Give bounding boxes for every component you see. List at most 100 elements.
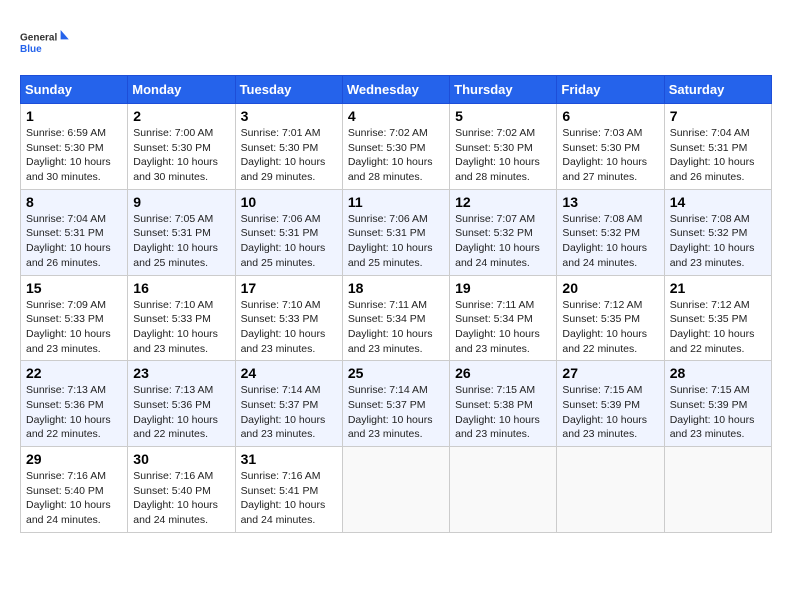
day-number: 17 [241,280,337,296]
day-info: Sunrise: 7:16 AMSunset: 5:40 PMDaylight:… [26,470,111,526]
day-cell [557,447,664,533]
day-cell: 7 Sunrise: 7:04 AMSunset: 5:31 PMDayligh… [664,104,771,190]
day-number: 24 [241,365,337,381]
day-number: 6 [562,108,658,124]
week-row-5: 29 Sunrise: 7:16 AMSunset: 5:40 PMDaylig… [21,447,772,533]
day-number: 7 [670,108,766,124]
day-number: 15 [26,280,122,296]
day-cell: 21 Sunrise: 7:12 AMSunset: 5:35 PMDaylig… [664,275,771,361]
day-cell: 2 Sunrise: 7:00 AMSunset: 5:30 PMDayligh… [128,104,235,190]
day-number: 9 [133,194,229,210]
col-header-monday: Monday [128,76,235,104]
day-number: 30 [133,451,229,467]
day-info: Sunrise: 7:16 AMSunset: 5:40 PMDaylight:… [133,470,218,526]
day-info: Sunrise: 7:02 AMSunset: 5:30 PMDaylight:… [348,127,433,183]
day-cell: 5 Sunrise: 7:02 AMSunset: 5:30 PMDayligh… [450,104,557,190]
day-cell: 14 Sunrise: 7:08 AMSunset: 5:32 PMDaylig… [664,189,771,275]
day-info: Sunrise: 7:07 AMSunset: 5:32 PMDaylight:… [455,213,540,269]
calendar-table: SundayMondayTuesdayWednesdayThursdayFrid… [20,75,772,533]
header: General Blue [20,20,772,65]
day-cell: 26 Sunrise: 7:15 AMSunset: 5:38 PMDaylig… [450,361,557,447]
day-cell [342,447,449,533]
day-info: Sunrise: 7:15 AMSunset: 5:39 PMDaylight:… [670,384,755,440]
day-info: Sunrise: 7:01 AMSunset: 5:30 PMDaylight:… [241,127,326,183]
day-info: Sunrise: 7:13 AMSunset: 5:36 PMDaylight:… [133,384,218,440]
day-info: Sunrise: 7:11 AMSunset: 5:34 PMDaylight:… [348,299,433,355]
day-cell [450,447,557,533]
day-info: Sunrise: 7:10 AMSunset: 5:33 PMDaylight:… [133,299,218,355]
day-info: Sunrise: 7:06 AMSunset: 5:31 PMDaylight:… [348,213,433,269]
day-number: 26 [455,365,551,381]
day-number: 8 [26,194,122,210]
col-header-thursday: Thursday [450,76,557,104]
day-info: Sunrise: 7:15 AMSunset: 5:39 PMDaylight:… [562,384,647,440]
week-row-4: 22 Sunrise: 7:13 AMSunset: 5:36 PMDaylig… [21,361,772,447]
week-row-2: 8 Sunrise: 7:04 AMSunset: 5:31 PMDayligh… [21,189,772,275]
day-info: Sunrise: 7:12 AMSunset: 5:35 PMDaylight:… [562,299,647,355]
col-header-wednesday: Wednesday [342,76,449,104]
day-cell: 29 Sunrise: 7:16 AMSunset: 5:40 PMDaylig… [21,447,128,533]
day-number: 2 [133,108,229,124]
day-cell: 15 Sunrise: 7:09 AMSunset: 5:33 PMDaylig… [21,275,128,361]
day-cell: 22 Sunrise: 7:13 AMSunset: 5:36 PMDaylig… [21,361,128,447]
day-info: Sunrise: 7:13 AMSunset: 5:36 PMDaylight:… [26,384,111,440]
day-cell: 13 Sunrise: 7:08 AMSunset: 5:32 PMDaylig… [557,189,664,275]
day-cell: 16 Sunrise: 7:10 AMSunset: 5:33 PMDaylig… [128,275,235,361]
day-number: 1 [26,108,122,124]
day-cell: 3 Sunrise: 7:01 AMSunset: 5:30 PMDayligh… [235,104,342,190]
day-headers-row: SundayMondayTuesdayWednesdayThursdayFrid… [21,76,772,104]
day-number: 22 [26,365,122,381]
day-cell: 11 Sunrise: 7:06 AMSunset: 5:31 PMDaylig… [342,189,449,275]
week-row-1: 1 Sunrise: 6:59 AMSunset: 5:30 PMDayligh… [21,104,772,190]
day-info: Sunrise: 7:03 AMSunset: 5:30 PMDaylight:… [562,127,647,183]
day-number: 27 [562,365,658,381]
day-number: 21 [670,280,766,296]
day-info: Sunrise: 7:09 AMSunset: 5:33 PMDaylight:… [26,299,111,355]
day-cell: 9 Sunrise: 7:05 AMSunset: 5:31 PMDayligh… [128,189,235,275]
day-cell [664,447,771,533]
day-cell: 20 Sunrise: 7:12 AMSunset: 5:35 PMDaylig… [557,275,664,361]
day-info: Sunrise: 7:11 AMSunset: 5:34 PMDaylight:… [455,299,540,355]
day-cell: 10 Sunrise: 7:06 AMSunset: 5:31 PMDaylig… [235,189,342,275]
day-info: Sunrise: 7:02 AMSunset: 5:30 PMDaylight:… [455,127,540,183]
day-number: 12 [455,194,551,210]
day-number: 5 [455,108,551,124]
day-cell: 12 Sunrise: 7:07 AMSunset: 5:32 PMDaylig… [450,189,557,275]
day-number: 23 [133,365,229,381]
day-info: Sunrise: 7:16 AMSunset: 5:41 PMDaylight:… [241,470,326,526]
day-cell: 30 Sunrise: 7:16 AMSunset: 5:40 PMDaylig… [128,447,235,533]
col-header-tuesday: Tuesday [235,76,342,104]
logo-svg: General Blue [20,20,70,65]
week-row-3: 15 Sunrise: 7:09 AMSunset: 5:33 PMDaylig… [21,275,772,361]
day-number: 28 [670,365,766,381]
day-cell: 24 Sunrise: 7:14 AMSunset: 5:37 PMDaylig… [235,361,342,447]
day-cell: 27 Sunrise: 7:15 AMSunset: 5:39 PMDaylig… [557,361,664,447]
col-header-sunday: Sunday [21,76,128,104]
day-info: Sunrise: 7:04 AMSunset: 5:31 PMDaylight:… [670,127,755,183]
col-header-saturday: Saturday [664,76,771,104]
day-info: Sunrise: 7:04 AMSunset: 5:31 PMDaylight:… [26,213,111,269]
day-info: Sunrise: 7:12 AMSunset: 5:35 PMDaylight:… [670,299,755,355]
day-number: 31 [241,451,337,467]
day-info: Sunrise: 7:05 AMSunset: 5:31 PMDaylight:… [133,213,218,269]
day-number: 25 [348,365,444,381]
day-number: 10 [241,194,337,210]
day-number: 29 [26,451,122,467]
logo: General Blue [20,20,70,65]
day-number: 4 [348,108,444,124]
day-cell: 4 Sunrise: 7:02 AMSunset: 5:30 PMDayligh… [342,104,449,190]
day-info: Sunrise: 7:00 AMSunset: 5:30 PMDaylight:… [133,127,218,183]
svg-text:General: General [20,33,57,44]
day-number: 11 [348,194,444,210]
day-cell: 23 Sunrise: 7:13 AMSunset: 5:36 PMDaylig… [128,361,235,447]
day-cell: 8 Sunrise: 7:04 AMSunset: 5:31 PMDayligh… [21,189,128,275]
col-header-friday: Friday [557,76,664,104]
day-cell: 19 Sunrise: 7:11 AMSunset: 5:34 PMDaylig… [450,275,557,361]
day-cell: 6 Sunrise: 7:03 AMSunset: 5:30 PMDayligh… [557,104,664,190]
day-info: Sunrise: 7:14 AMSunset: 5:37 PMDaylight:… [241,384,326,440]
day-number: 20 [562,280,658,296]
day-info: Sunrise: 7:14 AMSunset: 5:37 PMDaylight:… [348,384,433,440]
day-number: 14 [670,194,766,210]
day-info: Sunrise: 7:06 AMSunset: 5:31 PMDaylight:… [241,213,326,269]
day-cell: 31 Sunrise: 7:16 AMSunset: 5:41 PMDaylig… [235,447,342,533]
